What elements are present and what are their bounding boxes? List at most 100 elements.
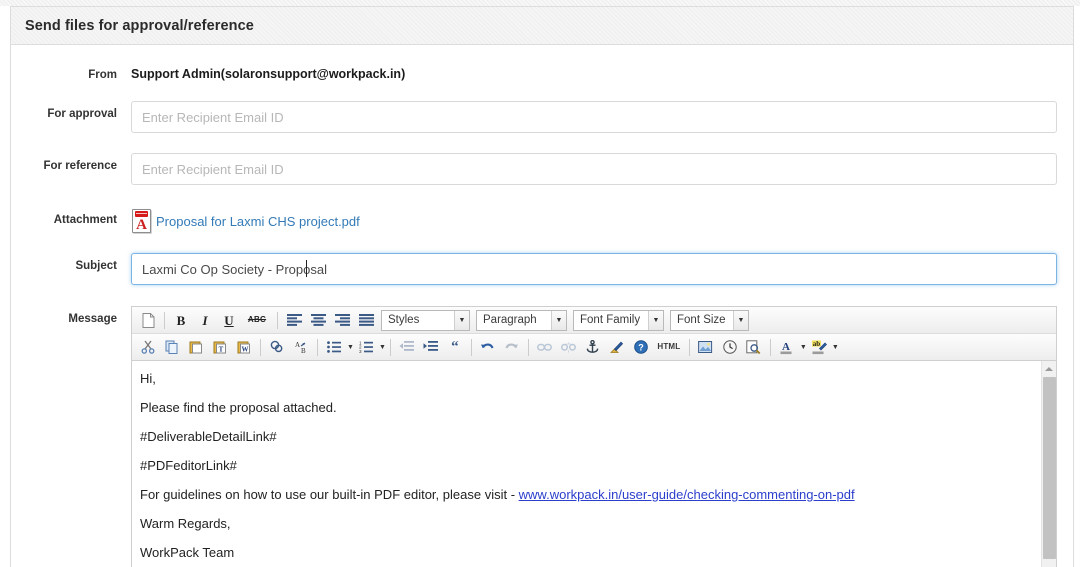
align-center-icon[interactable] <box>307 310 329 331</box>
editor-toolbar-row-2: T W AB ▼ 1 2 3 ▼ “ ? HTML A ▼ ab ▼ <box>132 334 1056 361</box>
chevron-down-icon: ▼ <box>454 310 469 330</box>
page-title: Send files for approval/reference <box>25 17 254 34</box>
svg-text:3: 3 <box>359 349 362 353</box>
scrollbar-thumb[interactable] <box>1043 377 1056 559</box>
for-reference-input[interactable] <box>131 153 1057 185</box>
cut-icon[interactable] <box>137 337 159 358</box>
font-size-select-value: Font Size <box>677 314 726 326</box>
toolbar-separator <box>317 338 318 356</box>
indent-icon[interactable] <box>420 337 442 358</box>
message-line-with-link: For guidelines on how to use our built-i… <box>140 487 1042 502</box>
chevron-down-icon[interactable]: ▼ <box>800 344 807 351</box>
align-right-icon[interactable] <box>331 310 353 331</box>
insert-time-icon[interactable] <box>719 337 741 358</box>
underline-icon[interactable]: U <box>218 310 240 331</box>
align-left-icon[interactable] <box>283 310 305 331</box>
message-line: #PDFeditorLink# <box>140 458 237 473</box>
for-reference-row: For reference <box>11 153 1073 185</box>
text-color-icon[interactable]: A <box>776 337 798 358</box>
bold-icon[interactable]: B <box>170 310 192 331</box>
page-background: Send files for approval/reference From S… <box>0 0 1080 567</box>
text-cursor <box>306 260 307 277</box>
toolbar-separator <box>769 338 771 356</box>
svg-text:T: T <box>219 346 224 354</box>
attachment-row: Attachment A Proposal for Laxmi CHS proj… <box>11 207 1073 234</box>
chevron-up-icon <box>1045 366 1053 371</box>
card-body: From Support Admin(solaronsupport@workpa… <box>11 62 1073 567</box>
toolbar-separator <box>688 338 690 356</box>
editor-body-text[interactable]: Hi, Please find the proposal attached. #… <box>132 361 1056 560</box>
message-line: Please find the proposal attached. <box>140 400 337 415</box>
insert-link-icon[interactable] <box>534 337 556 358</box>
toolbar-separator <box>277 311 278 329</box>
for-approval-row: For approval <box>11 101 1073 133</box>
subject-input[interactable] <box>131 253 1057 285</box>
html-source-icon[interactable]: HTML <box>654 337 684 358</box>
message-row: Message B I U ABC Styles ▼ Paragraph ▼ F… <box>11 306 1073 567</box>
card-header: Send files for approval/reference <box>11 7 1073 45</box>
redo-icon[interactable] <box>501 337 523 358</box>
message-line-text: For guidelines on how to use our built-i… <box>140 487 519 502</box>
paragraph-select-value: Paragraph <box>483 314 537 326</box>
paragraph-select[interactable]: Paragraph ▼ <box>476 309 567 331</box>
font-size-select[interactable]: Font Size ▼ <box>670 309 749 331</box>
for-approval-input[interactable] <box>131 101 1057 133</box>
preview-icon[interactable] <box>743 337 765 358</box>
chevron-down-icon: ▼ <box>648 310 663 330</box>
subject-label: Subject <box>75 260 117 272</box>
attachment-filename-link[interactable]: Proposal for Laxmi CHS project.pdf <box>156 214 360 229</box>
from-row: From Support Admin(solaronsupport@workpa… <box>11 62 1073 82</box>
paste-icon[interactable] <box>185 337 207 358</box>
find-replace-icon[interactable]: AB <box>290 337 312 358</box>
from-label: From <box>88 69 117 81</box>
svg-text:?: ? <box>638 343 644 353</box>
help-icon[interactable]: ? <box>630 337 652 358</box>
toolbar-separator <box>260 338 261 356</box>
editor-vertical-scrollbar[interactable] <box>1041 361 1056 567</box>
send-files-card: Send files for approval/reference From S… <box>10 6 1074 567</box>
scroll-up-button[interactable] <box>1042 361 1056 376</box>
find-icon[interactable] <box>266 337 288 358</box>
blockquote-icon[interactable]: “ <box>444 337 466 358</box>
message-line: WorkPack Team <box>140 545 235 560</box>
chevron-down-icon[interactable]: ▼ <box>832 344 839 351</box>
new-document-icon[interactable] <box>137 310 159 331</box>
insert-image-icon[interactable] <box>695 337 717 358</box>
attachment-item: A Proposal for Laxmi CHS project.pdf <box>131 207 1057 234</box>
message-line: #DeliverableDetailLink# <box>140 429 277 444</box>
chevron-down-icon[interactable]: ▼ <box>379 344 386 351</box>
paste-from-word-icon[interactable]: W <box>233 337 255 358</box>
for-reference-label: For reference <box>43 160 117 172</box>
editor-content-area[interactable]: Hi, Please find the proposal attached. #… <box>132 361 1056 567</box>
svg-text:A: A <box>295 341 300 349</box>
highlight-color-icon[interactable]: ab <box>808 337 830 358</box>
undo-icon[interactable] <box>477 337 499 358</box>
pdf-icon-glyph: A <box>136 217 147 233</box>
svg-text:ab: ab <box>813 340 821 348</box>
bullet-list-icon[interactable] <box>323 337 345 358</box>
outdent-icon[interactable] <box>396 337 418 358</box>
svg-text:W: W <box>242 346 249 354</box>
chevron-down-icon[interactable]: ▼ <box>347 344 354 351</box>
from-value: Support Admin(solaronsupport@workpack.in… <box>131 67 406 81</box>
unlink-icon[interactable] <box>558 337 580 358</box>
font-family-select[interactable]: Font Family ▼ <box>573 309 664 331</box>
anchor-icon[interactable] <box>582 337 604 358</box>
toolbar-separator <box>527 338 529 356</box>
for-approval-label: For approval <box>47 108 117 120</box>
copy-icon[interactable] <box>161 337 183 358</box>
toolbar-separator <box>470 338 472 356</box>
paste-as-text-icon[interactable]: T <box>209 337 231 358</box>
chevron-down-icon: ▼ <box>551 310 566 330</box>
user-guide-link[interactable]: www.workpack.in/user-guide/checking-comm… <box>519 487 855 502</box>
cleanup-icon[interactable] <box>606 337 628 358</box>
numbered-list-icon[interactable]: 123 <box>355 337 377 358</box>
italic-icon[interactable]: I <box>194 310 216 331</box>
editor-toolbar-row-1: B I U ABC Styles ▼ Paragraph ▼ Font Fami… <box>132 307 1056 334</box>
styles-select[interactable]: Styles ▼ <box>381 309 470 331</box>
pdf-file-icon: A <box>131 208 153 234</box>
strikethrough-icon[interactable]: ABC <box>242 310 272 331</box>
message-label: Message <box>68 313 117 325</box>
align-justify-icon[interactable] <box>355 310 377 331</box>
rich-text-editor: B I U ABC Styles ▼ Paragraph ▼ Font Fami… <box>131 306 1057 567</box>
